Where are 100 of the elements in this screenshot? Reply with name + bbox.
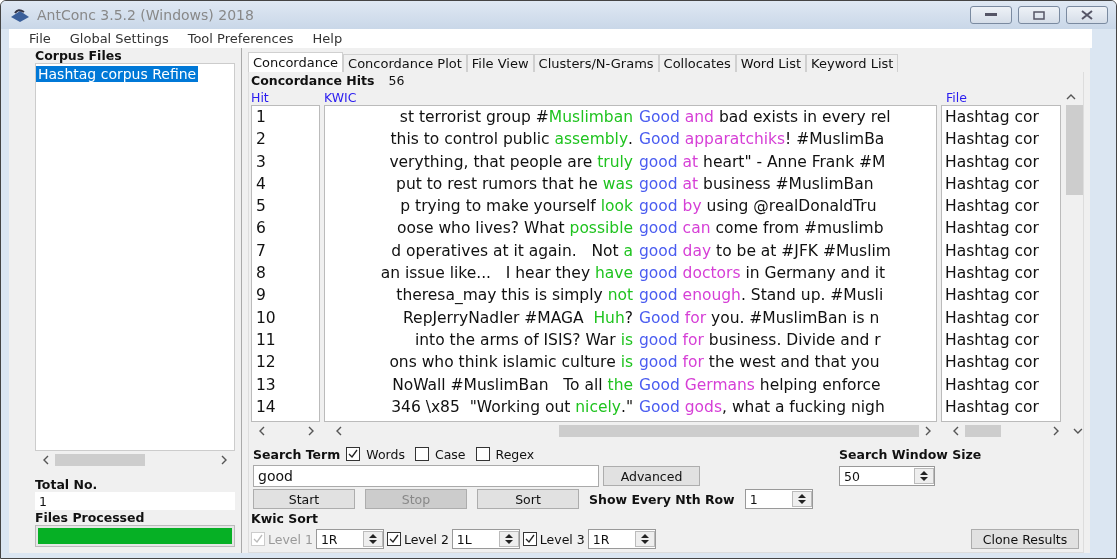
maximize-icon [1033,10,1045,20]
kwic-line[interactable]: this to control public assembly. Good apparatchiks! #MuslimBa [325,128,936,151]
tab[interactable]: Concordance Plot [343,54,467,72]
close-button[interactable] [1066,6,1108,25]
hit-number: 11 [255,329,277,351]
hit-number: 14 [255,396,277,418]
level-label: Level 3 [539,531,585,547]
file-cell-text: Hashtag cor [944,374,1040,396]
window-size-label: Search Window Size [839,446,982,462]
column-header[interactable]: Hit [251,89,324,105]
file-cell-text: Hashtag cor [944,218,1040,240]
hit-number: 6 [255,218,267,240]
kwic-line[interactable]: st terrorist group #Muslimban Good and bad exists in every rel [325,106,936,129]
option-label: Regex [495,446,535,462]
menu-item[interactable]: File [29,31,51,47]
spin-arrows-icon[interactable] [914,468,934,484]
hit-number: 3 [255,151,267,173]
file-cell-text: Hashtag cor [944,329,1040,351]
hit-number: 1 [255,107,267,128]
kwic-line[interactable]: 346 \x85 "Working out nicely." Good gods, what a fucking nigh [325,395,936,419]
hit-number: 4 [255,173,267,195]
kwic-line[interactable]: d operatives at it again. Not a good day to be at #JFK #Muslim [325,239,936,263]
corpus-file-list[interactable]: Hashtag corpus Refine [35,63,235,451]
option-label: Words [366,446,405,462]
close-icon [1081,10,1093,21]
app-icon [9,7,31,24]
checkbox[interactable] [414,447,429,461]
hit-number: 12 [255,352,277,374]
nth-row-label: Show Every Nth Row [589,491,735,507]
hit-number: 10 [255,307,277,329]
kwic-line[interactable]: put to rest rumors that he was good at business #MuslimBan [325,172,936,196]
hit-number: 13 [255,374,277,396]
tab[interactable]: Concordance [248,52,344,72]
tab[interactable]: File View [466,54,534,72]
search-term-label: Search Term [253,446,341,462]
tab[interactable]: Collocates [658,54,736,72]
file-cell-text: Hashtag cor [944,129,1040,151]
kwic-line[interactable]: into the arms of ISIS? War is good for business. Divide and r [325,328,936,352]
search-field[interactable]: good [253,465,599,487]
kwic-line[interactable]: oose who lives? What possible good can come from #muslimb [325,217,936,240]
tab[interactable]: Keyword List [806,54,899,72]
spin-arrows-icon[interactable] [498,531,519,547]
clone-results-button[interactable]: Clone Results [971,529,1079,549]
hits-label: Concordance Hits [251,73,375,88]
nth-row-field[interactable]: 1 [744,489,813,509]
scroll-down-icon[interactable] [1073,426,1083,436]
checkbox[interactable] [346,447,361,461]
spin-arrows-icon[interactable] [791,491,812,507]
action-button[interactable]: Sort [477,489,579,509]
level-field[interactable]: 1R [587,529,656,549]
hits-count: 56 [388,73,405,88]
kwic-line[interactable]: an issue like... I hear they have good doctors in Germany and it [325,262,936,285]
action-button[interactable]: Start [253,489,355,509]
checkbox[interactable] [475,447,490,461]
minimize-button[interactable] [970,6,1012,25]
section-label: Files Processed [35,510,146,525]
kwic-line[interactable]: NoWall #MuslimBan To all the Good Germans helping enforce [325,373,936,396]
file-cell-text: Hashtag cor [944,396,1040,418]
menu-item[interactable]: Global Settings [69,31,169,47]
hit-number: 5 [255,196,267,218]
kwic-line[interactable]: p trying to make yourself look good by using @realDonaldTru [325,195,936,218]
file-cell-text: Hashtag cor [944,151,1040,173]
file-cell-text: Hashtag cor [944,307,1040,329]
spin-arrows-icon[interactable] [362,531,383,547]
checkbox[interactable] [522,532,537,546]
tab[interactable]: Word List [735,54,807,72]
file-cell-text: Hashtag cor [944,240,1040,262]
level-field[interactable]: 1L [451,529,520,549]
spin-arrows-icon[interactable] [634,531,655,547]
kwic-sort-label: Kwic Sort [251,510,318,526]
file-cell-text: Hashtag cor [944,107,1040,128]
kwic-line[interactable]: RepJerryNadler #MAGA Huh? Good for you. #MuslimBan is n [325,306,936,329]
file-cell-text: Hashtag cor [944,196,1040,218]
file-cell-text: Hashtag cor [944,352,1040,374]
tab[interactable]: Clusters/N-Grams [533,54,659,72]
option-label: Case [434,446,466,462]
level-label: Level 1 [268,531,313,547]
menu-item[interactable]: Tool Preferences [187,31,294,47]
window-size-field[interactable]: 50 [839,466,935,486]
maximize-button[interactable] [1018,6,1060,25]
scroll-right-icon[interactable] [219,455,229,465]
hit-number: 8 [255,263,267,285]
kwic-line[interactable]: ons who think islamic culture is good for the west and that you [325,351,936,374]
section-label: Corpus Files [35,48,123,63]
column-header[interactable]: KWIC [324,89,946,105]
menu-item[interactable]: Help [312,31,343,47]
scroll-left-icon[interactable] [257,426,267,436]
kwic-line[interactable]: theresa_may this is simply not good enough. Stand up. #Musli [325,284,936,307]
checkbox[interactable] [386,532,401,546]
scroll-up-icon[interactable] [1066,92,1076,102]
column-header[interactable]: File [946,89,1066,105]
corpus-file-item[interactable]: Hashtag corpus Refine [36,66,199,82]
total-field: 1 [35,492,235,510]
kwic-line[interactable]: verything, that people are truly good at heart" - Anne Frank #M [325,150,936,173]
hit-number: 7 [255,240,267,262]
scroll-left-icon[interactable] [41,455,51,465]
hit-number: 2 [255,129,267,151]
hit-number: 9 [255,285,267,307]
window-title: AntConc 3.5.2 (Windows) 2018 [37,7,255,24]
advanced-button[interactable]: Advanced [603,466,700,486]
